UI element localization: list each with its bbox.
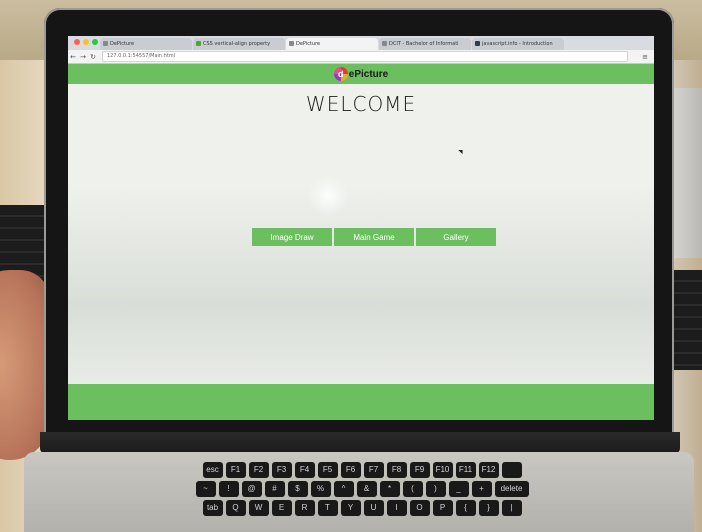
keyboard-key[interactable]: esc xyxy=(202,462,223,478)
keyboard-key[interactable]: F3 xyxy=(271,462,292,478)
back-arrow-icon[interactable]: ← xyxy=(68,53,78,61)
keyboard-key[interactable]: E xyxy=(271,500,292,516)
keyboard-key[interactable]: F2 xyxy=(248,462,269,478)
page-title: WELCOME xyxy=(305,92,417,116)
keyboard-key[interactable]: % xyxy=(310,481,331,497)
keyboard-row: tab Q W E R T Y U I O P{} | xyxy=(92,500,632,516)
keyboard-key[interactable]: & xyxy=(356,481,377,497)
address-bar[interactable]: 127.0.0.1:54557/Main.html xyxy=(102,51,628,62)
keyboard-key[interactable]: F8 xyxy=(386,462,407,478)
keyboard-key[interactable]: Q xyxy=(225,500,246,516)
laptop-hinge xyxy=(40,432,680,454)
keyboard-key[interactable]: F6 xyxy=(340,462,361,478)
keyboard-key[interactable]: ~ xyxy=(195,481,216,497)
tab-label: DCIT - Bachelor of Informati xyxy=(389,41,459,47)
minimize-window-icon[interactable] xyxy=(83,39,89,45)
browser-tabstrip: DePicture CSS vertical-align property De… xyxy=(68,36,654,50)
page-header: d ePicture xyxy=(68,64,654,84)
laptop-screen: DePicture CSS vertical-align property De… xyxy=(68,36,654,420)
browser-toolbar: ← → ↻ 127.0.0.1:54557/Main.html ≡ xyxy=(68,50,654,64)
keyboard-key[interactable]: Y xyxy=(340,500,361,516)
favicon-icon xyxy=(103,41,108,46)
keyboard-key[interactable]: O xyxy=(409,500,430,516)
keyboard-key[interactable]: P xyxy=(432,500,453,516)
keyboard-key[interactable]: F5 xyxy=(317,462,338,478)
keyboard-key[interactable]: ( xyxy=(402,481,423,497)
favicon-icon xyxy=(196,41,201,46)
keyboard-key[interactable]: | xyxy=(501,500,522,516)
keyboard-key[interactable]: delete xyxy=(494,481,529,497)
laptop-keyboard: esc F1 F2 F3 F4 F5 F6 F7 F8 F9 F10 F11 F12 ~! @ # $% ^ & *… xyxy=(92,462,632,532)
keyboard-key[interactable]: { xyxy=(455,500,476,516)
menu-icon[interactable]: ≡ xyxy=(640,53,650,61)
window-controls xyxy=(74,39,98,45)
forward-arrow-icon[interactable]: → xyxy=(78,53,88,61)
tab-label: DePicture xyxy=(110,41,135,47)
browser-tab[interactable]: javascript.info - Introduction xyxy=(472,38,564,50)
keyboard-key[interactable]: R xyxy=(294,500,315,516)
keyboard-key[interactable]: T xyxy=(317,500,338,516)
keyboard-key[interactable]: I xyxy=(386,500,407,516)
browser-tab[interactable]: CSS vertical-align property xyxy=(193,38,285,50)
mouse-cursor-icon xyxy=(458,147,465,155)
keyboard-row: esc F1 F2 F3 F4 F5 F6 F7 F8 F9 F10 F11 F12 xyxy=(92,462,632,478)
page-footer xyxy=(68,384,654,420)
tab-label: CSS vertical-align property xyxy=(203,41,271,47)
favicon-icon xyxy=(475,41,480,46)
main-game-button[interactable]: Main Game xyxy=(334,228,414,246)
keyboard-row: ~! @ # $% ^ & *() _ + delete xyxy=(92,481,632,497)
keyboard-key[interactable]: F7 xyxy=(363,462,384,478)
browser-tab[interactable]: DCIT - Bachelor of Informati xyxy=(379,38,471,50)
keyboard-key[interactable]: F9 xyxy=(409,462,430,478)
screen-reflection xyxy=(68,186,654,386)
favicon-icon xyxy=(382,41,387,46)
screen-glare xyxy=(308,176,348,216)
tab-label: DePicture xyxy=(296,41,321,47)
gallery-button[interactable]: Gallery xyxy=(416,228,496,246)
favicon-icon xyxy=(289,41,294,46)
keyboard-key[interactable]: ) xyxy=(425,481,446,497)
keyboard-key[interactable]: * xyxy=(379,481,400,497)
logo[interactable]: d ePicture xyxy=(333,67,389,81)
keyboard-key[interactable]: _ xyxy=(448,481,469,497)
keyboard-key[interactable]: @ xyxy=(241,481,262,497)
keyboard-key[interactable]: ^ xyxy=(333,481,354,497)
browser-tab-active[interactable]: DePicture xyxy=(286,38,378,50)
keyboard-key[interactable]: tab xyxy=(202,500,223,516)
logo-text: ePicture xyxy=(348,68,389,80)
logo-mark: d xyxy=(333,67,348,81)
keyboard-key[interactable]: # xyxy=(264,481,285,497)
keyboard-key[interactable]: F4 xyxy=(294,462,315,478)
keyboard-key[interactable]: + xyxy=(471,481,492,497)
keyboard-key[interactable]: F10 xyxy=(432,462,453,478)
keyboard-key[interactable]: F1 xyxy=(225,462,246,478)
background-monitor xyxy=(670,88,702,258)
keyboard-key[interactable] xyxy=(501,462,522,478)
browser-tab[interactable]: DePicture xyxy=(100,38,192,50)
image-draw-button[interactable]: Image Draw xyxy=(252,228,332,246)
keyboard-key[interactable]: } xyxy=(478,500,499,516)
reload-icon[interactable]: ↻ xyxy=(88,53,98,61)
keyboard-key[interactable]: F11 xyxy=(455,462,476,478)
maximize-window-icon[interactable] xyxy=(92,39,98,45)
tab-label: javascript.info - Introduction xyxy=(482,41,553,47)
keyboard-key[interactable]: W xyxy=(248,500,269,516)
keyboard-key[interactable]: F12 xyxy=(478,462,499,478)
keyboard-key[interactable]: $ xyxy=(287,481,308,497)
keyboard-key[interactable]: ! xyxy=(218,481,239,497)
keyboard-key[interactable]: U xyxy=(363,500,384,516)
close-window-icon[interactable] xyxy=(74,39,80,45)
main-nav: Image Draw Main Game Gallery xyxy=(252,228,496,246)
